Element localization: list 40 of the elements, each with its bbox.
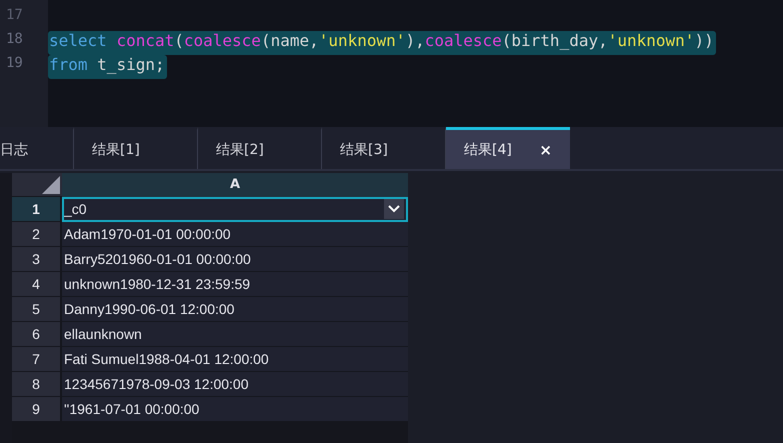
- table-cell[interactable]: _c0: [62, 197, 408, 222]
- select-all-corner[interactable]: [12, 173, 62, 197]
- table-cell[interactable]: ''1961-07-01 00:00:00: [62, 397, 408, 422]
- row-header[interactable]: 1: [12, 197, 62, 222]
- corner-triangle-icon: [42, 176, 60, 194]
- close-icon[interactable]: ×: [539, 140, 552, 158]
- cell-text: ''1961-07-01 00:00:00: [64, 401, 200, 417]
- row-header[interactable]: 5: [12, 297, 62, 322]
- row-header[interactable]: 9: [12, 397, 62, 422]
- result-tab[interactable]: 日志: [0, 127, 74, 169]
- line-number: 19: [5, 55, 24, 73]
- result-tab[interactable]: 结果[2]: [198, 127, 322, 169]
- cell-text: Fati Sumuel1988-04-01 12:00:00: [64, 351, 269, 367]
- result-tab[interactable]: 结果[1]: [74, 127, 198, 169]
- line-number: 17: [5, 7, 24, 25]
- result-tab[interactable]: 结果[4] ×: [446, 127, 570, 169]
- row-header[interactable]: 4: [12, 272, 62, 297]
- row-header[interactable]: 8: [12, 372, 62, 397]
- table-cell[interactable]: Adam1970-01-01 00:00:00: [62, 222, 408, 247]
- table-cell[interactable]: 12345671978-09-03 12:00:00: [62, 372, 408, 397]
- row-header[interactable]: 2: [12, 222, 62, 247]
- cell-text: unknown1980-12-31 23:59:59: [64, 276, 250, 292]
- table-cell[interactable]: unknown1980-12-31 23:59:59: [62, 272, 408, 297]
- row-header[interactable]: 3: [12, 247, 62, 272]
- chevron-down-icon: [388, 205, 400, 213]
- cell-text: ellaunknown: [64, 326, 142, 342]
- table-cell[interactable]: ellaunknown: [62, 322, 408, 347]
- cell-text: _c0: [64, 201, 87, 217]
- row-header[interactable]: 7: [12, 347, 62, 372]
- table-cell[interactable]: Barry5201960-01-01 00:00:00: [62, 247, 408, 272]
- column-header[interactable]: A: [62, 173, 408, 197]
- cell-text: 12345671978-09-03 12:00:00: [64, 376, 249, 392]
- row-header[interactable]: 6: [12, 322, 62, 347]
- cell-text: Danny1990-06-01 12:00:00: [64, 301, 234, 317]
- cell-text: Barry5201960-01-01 00:00:00: [64, 251, 251, 267]
- table-cell[interactable]: Fati Sumuel1988-04-01 12:00:00: [62, 347, 408, 372]
- table-cell[interactable]: Danny1990-06-01 12:00:00: [62, 297, 408, 322]
- cell-text: Adam1970-01-01 00:00:00: [64, 226, 231, 242]
- dropdown-button[interactable]: [384, 199, 404, 219]
- line-number: 18: [5, 31, 24, 49]
